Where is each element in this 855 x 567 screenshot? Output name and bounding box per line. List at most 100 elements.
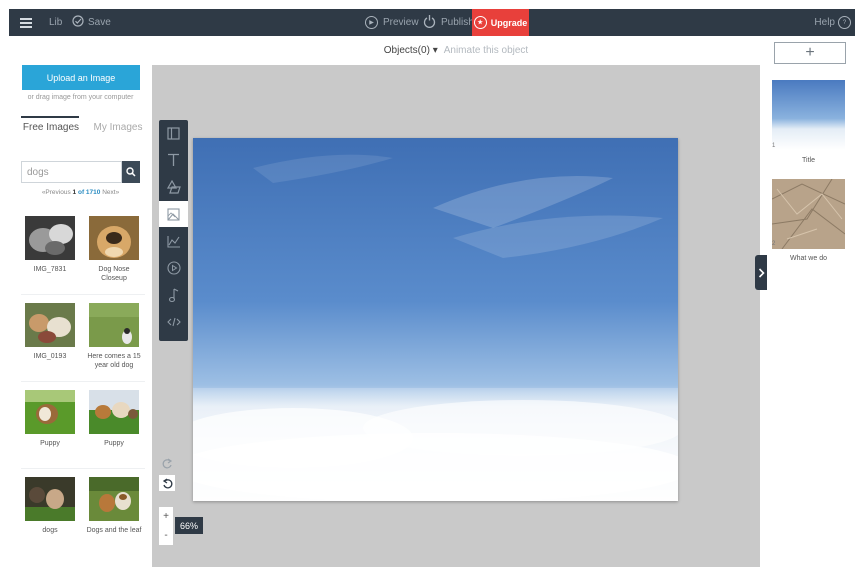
zoom-in-button[interactable]: + xyxy=(159,507,173,526)
code-icon xyxy=(166,317,181,327)
tab-my-images[interactable]: My Images xyxy=(88,122,148,133)
image-caption: Dog Nose Closeup xyxy=(98,266,130,282)
undo-icon xyxy=(162,477,172,488)
layout-icon xyxy=(167,126,180,140)
current-page: 1 xyxy=(72,189,77,196)
zoom-out-button[interactable]: - xyxy=(159,526,173,545)
image-caption: Dogs and the leaf xyxy=(86,527,142,534)
image-search-input[interactable] xyxy=(22,162,121,183)
page-of: of xyxy=(77,189,85,196)
slide-thumbnail-1[interactable] xyxy=(772,80,845,150)
play-icon: ▶ xyxy=(365,16,378,29)
image-card[interactable]: Dog Nose Closeup xyxy=(85,209,143,294)
thumbnail-dog-nose xyxy=(89,216,139,260)
music-icon xyxy=(168,288,178,302)
save-button[interactable]: Save xyxy=(72,9,111,36)
thumbnail-puppy-grass xyxy=(25,390,75,434)
active-tab-underline xyxy=(21,116,79,118)
image-caption: IMG_7831 xyxy=(33,266,67,273)
search-button[interactable] xyxy=(122,161,140,183)
page-total: 1710 xyxy=(85,189,101,196)
top-bar: Lib Save ▶ Preview Publish ★ Upgrade Hel… xyxy=(9,9,855,36)
image-card[interactable]: Puppy xyxy=(21,383,79,468)
redo-button[interactable] xyxy=(159,455,175,471)
tool-code[interactable] xyxy=(159,309,188,335)
star-icon: ★ xyxy=(473,16,487,29)
slide-number: 2 xyxy=(772,241,776,247)
help-button[interactable]: Help ? xyxy=(814,9,851,36)
tool-chart[interactable] xyxy=(159,228,188,254)
image-caption: Puppy xyxy=(40,440,60,447)
lib-button[interactable]: Lib xyxy=(49,9,62,36)
publish-button[interactable]: Publish xyxy=(423,9,474,36)
search-box xyxy=(21,161,122,183)
thumbnail-dogs-group xyxy=(25,303,75,347)
thumbnail-old-dog-grass xyxy=(89,303,139,347)
thumbnail-dogs-leaf xyxy=(89,477,139,521)
tool-rail xyxy=(159,120,188,341)
image-card[interactable]: IMG_7831 xyxy=(21,209,79,294)
tool-music[interactable] xyxy=(159,282,188,308)
chevron-down-icon: ▾ xyxy=(432,45,438,56)
grid-divider xyxy=(21,381,145,382)
upgrade-label: Upgrade xyxy=(490,17,528,28)
slide-title: What we do xyxy=(790,255,827,262)
tool-image[interactable] xyxy=(159,201,188,227)
save-check-icon xyxy=(72,15,84,30)
upload-image-button[interactable]: Upload an Image xyxy=(22,65,140,90)
save-label: Save xyxy=(88,17,111,28)
text-icon xyxy=(168,153,179,166)
image-card[interactable]: Puppy xyxy=(85,383,143,468)
add-slide-button[interactable]: + xyxy=(774,42,846,64)
sky-clouds-image xyxy=(193,138,678,501)
help-label: Help xyxy=(814,17,835,28)
image-caption: Puppy xyxy=(104,440,124,447)
pagination: «Previous 1 of 1710 Next» xyxy=(9,189,152,196)
image-card[interactable]: IMG_0193 xyxy=(21,296,79,381)
tab-free-images[interactable]: Free Images xyxy=(21,122,81,133)
chevron-right-icon xyxy=(758,267,765,278)
image-icon xyxy=(167,207,180,221)
slides-panel: + 1 Title 2 What we do xyxy=(760,36,855,567)
zoom-control: + - xyxy=(159,507,173,545)
animate-object-link[interactable]: Animate this object xyxy=(444,45,529,56)
zoom-level: 66% xyxy=(175,517,203,534)
grid-divider xyxy=(21,294,145,295)
collapse-panel-button[interactable] xyxy=(755,255,767,290)
hamburger-menu-icon[interactable] xyxy=(17,9,35,36)
preview-button[interactable]: ▶ Preview xyxy=(365,9,419,36)
tool-shapes[interactable] xyxy=(159,174,188,200)
thumbnail-bw-dogs xyxy=(25,216,75,260)
search-icon xyxy=(126,167,136,177)
chart-icon xyxy=(166,235,180,248)
question-icon: ? xyxy=(838,16,851,29)
grid-divider xyxy=(21,468,145,469)
tool-layout[interactable] xyxy=(159,120,188,146)
slide-number: 1 xyxy=(772,143,776,149)
image-card[interactable]: Here comes a 15 year old dog xyxy=(85,296,143,381)
shapes-icon xyxy=(166,180,181,194)
image-caption: IMG_0193 xyxy=(33,353,67,360)
upgrade-button[interactable]: ★ Upgrade xyxy=(472,9,529,36)
preview-label: Preview xyxy=(383,17,419,28)
image-card[interactable]: dogs xyxy=(21,470,79,555)
next-page-link[interactable]: Next» xyxy=(102,189,119,196)
canvas-header: Objects(0) ▾ Animate this object xyxy=(152,36,760,65)
previous-page-link[interactable]: «Previous xyxy=(42,189,71,196)
undo-button[interactable] xyxy=(159,475,175,491)
redo-icon xyxy=(162,458,172,468)
slide-title: Title xyxy=(802,157,815,164)
tool-text[interactable] xyxy=(159,147,188,173)
objects-dropdown[interactable]: Objects(0) ▾ xyxy=(384,45,438,56)
objects-label: Objects(0) xyxy=(383,45,430,56)
drag-hint: or drag image from your computer xyxy=(27,94,134,101)
slide-thumbnail-2[interactable] xyxy=(772,179,845,249)
slide-canvas[interactable] xyxy=(193,138,678,501)
image-caption: dogs xyxy=(42,527,58,534)
tool-video[interactable] xyxy=(159,255,188,281)
video-icon xyxy=(166,261,181,275)
publish-label: Publish xyxy=(441,17,474,28)
image-tabs: Free Images My Images xyxy=(21,116,145,138)
image-library-panel: Upload an Image or drag image from your … xyxy=(9,36,152,567)
image-card[interactable]: Dogs and the leaf xyxy=(85,470,143,555)
